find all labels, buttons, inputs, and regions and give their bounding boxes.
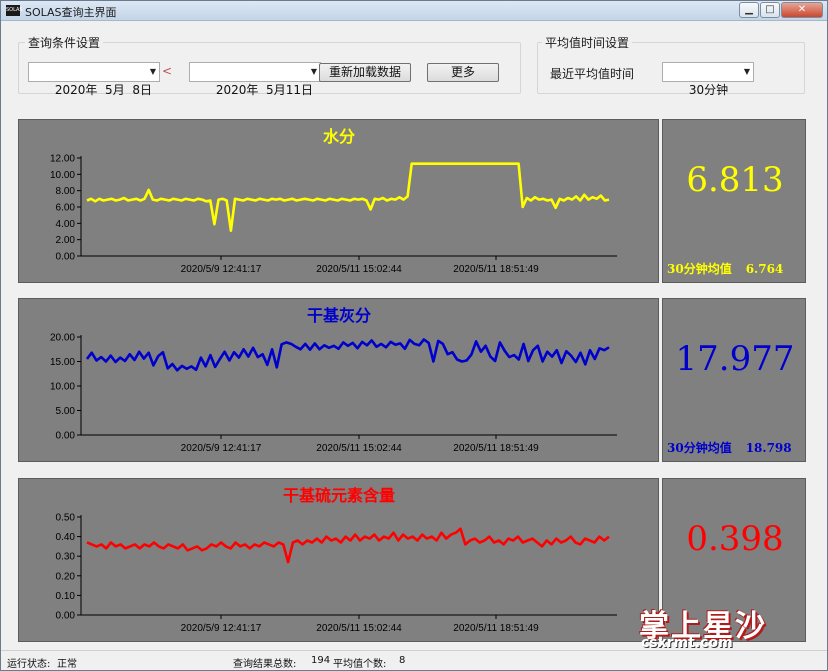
- result-total-label: 查询结果总数:: [233, 659, 297, 670]
- sulfur-current-value: 0.398: [686, 519, 784, 559]
- end-date-picker[interactable]: 2020年 5月11日 ▼: [189, 62, 321, 97]
- range-separator: <: [162, 64, 173, 78]
- y-tick-label: 10.00: [50, 170, 75, 181]
- start-date-value: 2020年 5月 8日: [54, 83, 152, 97]
- more-button[interactable]: 更多: [427, 63, 499, 82]
- y-tick-label: 2.00: [56, 235, 76, 246]
- y-tick-label: 0.00: [56, 252, 76, 263]
- ash-avg-label: 30分钟均值: [667, 441, 732, 455]
- y-tick-label: 10.00: [50, 382, 75, 393]
- status-bar: 运行状态: 正常 查询结果总数: 194 平均值个数: 8: [1, 650, 827, 670]
- window-title: SOLAS查询主界面: [25, 6, 117, 19]
- moisture-avg-label: 30分钟均值: [667, 262, 732, 276]
- y-tick-label: 0.40: [56, 532, 76, 543]
- run-status-label: 运行状态:: [7, 659, 51, 670]
- result-total-value: 194: [311, 655, 331, 666]
- ash-chart-panel: 干基灰分 20.00 15.00 10.00 5.00 0.00 2020/5/9 12:4…: [18, 298, 659, 462]
- x-tick-label: 2020/5/9 12:41:17: [181, 443, 262, 454]
- moisture-avg-value: 6.764: [745, 262, 784, 276]
- ash-current-value: 17.977: [675, 339, 795, 379]
- x-tick-label: 2020/5/11 18:51:49: [453, 443, 539, 454]
- run-status-value: 正常: [57, 659, 77, 670]
- chevron-down-icon: ▼: [743, 67, 750, 76]
- close-button[interactable]: ✕: [781, 2, 823, 18]
- y-tick-label: 0.30: [56, 552, 76, 563]
- y-tick-label: 12.00: [50, 154, 75, 165]
- moisture-chart-panel: 水分 12.00 10.00 8.00 6.00 4.00 2.00 0.00 2020/5/9…: [18, 119, 659, 283]
- main-window: SOLAS SOLAS查询主界面 ▁ □ ✕ 查询条件设置 2020年 5月 8…: [0, 0, 828, 671]
- watermark: 掌上星沙 csxrmt.com: [631, 601, 811, 651]
- x-tick-label: 2020/5/11 18:51:49: [453, 264, 539, 275]
- y-tick-label: 6.00: [56, 203, 76, 214]
- chevron-down-icon: ▼: [310, 67, 317, 76]
- reload-data-button[interactable]: 重新加载数据: [319, 63, 411, 82]
- x-tick-label: 2020/5/9 12:41:17: [181, 264, 262, 275]
- y-tick-label: 5.00: [56, 406, 76, 417]
- minimize-button[interactable]: ▁: [739, 2, 759, 18]
- moisture-current-value: 6.813: [686, 160, 784, 200]
- series-line: [86, 162, 610, 232]
- y-tick-label: 0.50: [56, 513, 76, 524]
- series-line: [85, 338, 610, 372]
- chart-title: 干基硫元素含量: [283, 486, 395, 505]
- moisture-value-panel: 6.813 30分钟均值 6.764: [662, 119, 806, 283]
- x-tick-label: 2020/5/11 15:02:44: [316, 264, 402, 275]
- x-tick-label: 2020/5/11 15:02:44: [316, 443, 402, 454]
- y-tick-label: 4.00: [56, 219, 76, 230]
- moisture-chart: 水分 12.00 10.00 8.00 6.00 4.00 2.00 0.00 2020/5/9…: [50, 127, 617, 275]
- x-tick-label: 2020/5/11 18:51:49: [453, 623, 539, 634]
- avg-time-group: 平均值时间设置 最近平均值时间 30分钟 ▼: [537, 34, 805, 97]
- app-icon: SOLAS: [6, 5, 23, 16]
- avg-count-label: 平均值个数:: [333, 659, 387, 670]
- query-group-title: 查询条件设置: [25, 34, 104, 51]
- watermark-url: csxrmt.com: [641, 635, 733, 651]
- ash-avg-row: 30分钟均值 18.798: [667, 439, 805, 456]
- ash-chart: 干基灰分 20.00 15.00 10.00 5.00 0.00 2020/5/9 12:4…: [50, 306, 617, 454]
- avg-time-label: 最近平均值时间: [550, 67, 635, 81]
- maximize-button[interactable]: □: [760, 2, 780, 18]
- sulfur-chart: 干基硫元素含量 0.50 0.40 0.30 0.20 0.10 0.00 2020/5/9 …: [56, 486, 617, 634]
- y-tick-label: 0.00: [56, 611, 76, 622]
- y-tick-label: 0.10: [56, 591, 76, 602]
- chart-title: 水分: [323, 127, 355, 146]
- series-line: [86, 527, 610, 564]
- y-tick-label: 0.20: [56, 571, 76, 582]
- chart-title: 干基灰分: [307, 306, 371, 325]
- query-group: 查询条件设置 2020年 5月 8日 ▼ < 2020年 5月11日 ▼ 重新加…: [18, 34, 521, 97]
- avg-count-value: 8: [399, 655, 406, 666]
- y-tick-label: 15.00: [50, 357, 75, 368]
- y-tick-label: 0.00: [56, 431, 76, 442]
- x-tick-label: 2020/5/11 15:02:44: [316, 623, 402, 634]
- moisture-avg-row: 30分钟均值 6.764: [667, 260, 805, 277]
- title-bar: SOLAS SOLAS查询主界面 ▁ □ ✕: [1, 1, 827, 21]
- ash-value-panel: 17.977 30分钟均值 18.798: [662, 298, 806, 462]
- y-tick-label: 20.00: [50, 333, 75, 344]
- sulfur-chart-panel: 干基硫元素含量 0.50 0.40 0.30 0.20 0.10 0.00 2020/5/9 …: [18, 478, 659, 642]
- start-date-picker[interactable]: 2020年 5月 8日 ▼: [28, 62, 160, 97]
- avg-time-value: 30分钟: [688, 83, 729, 97]
- avg-time-select[interactable]: 30分钟 ▼: [662, 62, 754, 97]
- chevron-down-icon: ▼: [149, 67, 156, 76]
- end-date-value: 2020年 5月11日: [215, 83, 313, 97]
- y-tick-label: 8.00: [56, 186, 76, 197]
- x-tick-label: 2020/5/9 12:41:17: [181, 623, 262, 634]
- avg-time-group-title: 平均值时间设置: [542, 34, 633, 51]
- ash-avg-value: 18.798: [745, 441, 792, 455]
